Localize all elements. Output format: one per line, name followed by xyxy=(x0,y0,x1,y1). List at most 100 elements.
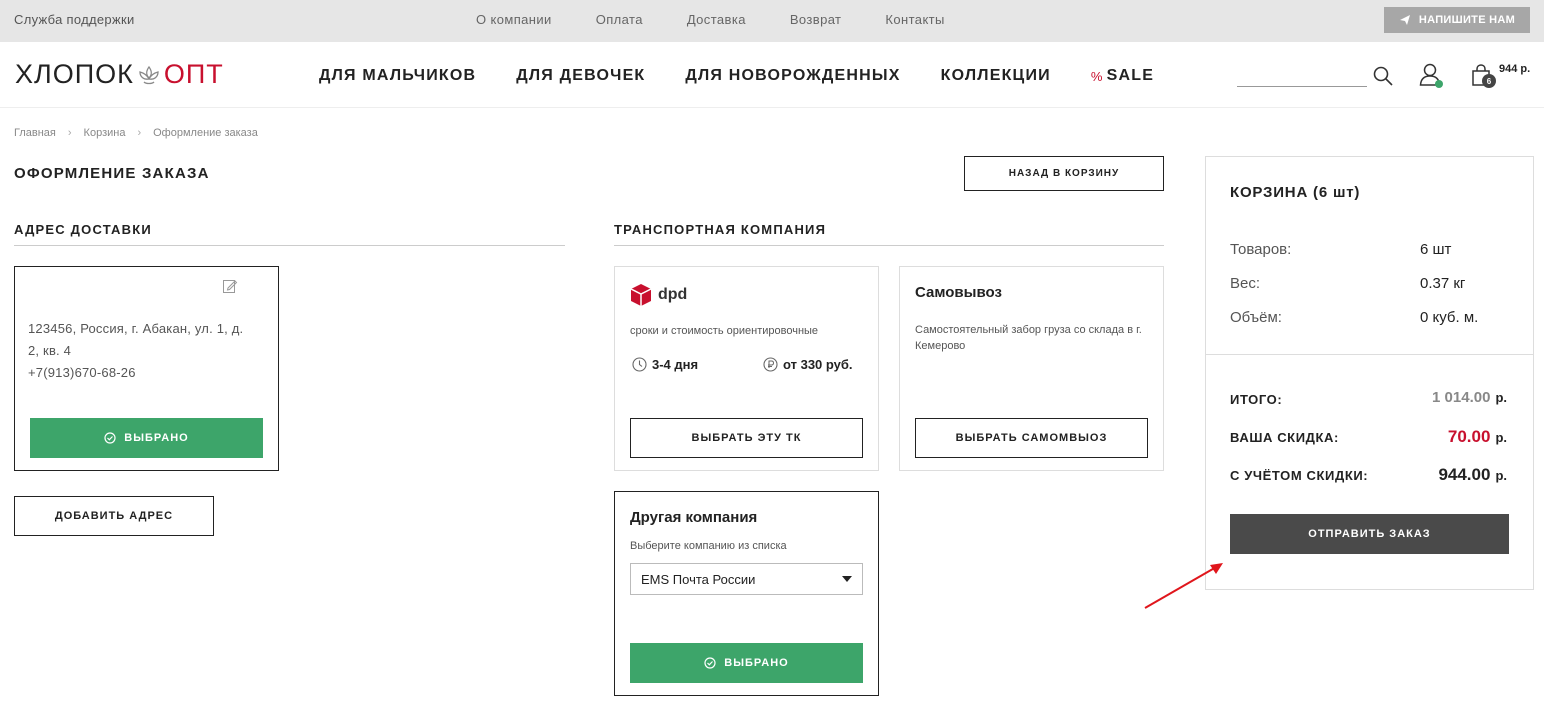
order-summary: КОРЗИНА (6 шт) Товаров: 6 шт Вес: 0.37 к… xyxy=(1205,156,1534,590)
summary-volume-label: Объём: xyxy=(1230,309,1282,326)
dpd-name: dpd xyxy=(658,286,688,303)
other-company-selected-label: ВЫБРАНО xyxy=(724,657,789,669)
transport-company-title: ТРАНСПОРТНАЯ КОМПАНИЯ xyxy=(614,222,827,237)
final-amount: 944.00 р. xyxy=(1438,465,1507,485)
add-address-button[interactable]: ДОБАВИТЬ АДРЕС xyxy=(14,496,214,536)
check-circle-icon xyxy=(104,432,116,444)
summary-volume-value: 0 куб. м. xyxy=(1420,309,1479,326)
section-divider xyxy=(14,245,565,246)
transport-card-dpd[interactable]: dpd сроки и стоимость ориентировочные 3-… xyxy=(614,266,879,471)
choose-pickup-button[interactable]: ВЫБРАТЬ САМОМВЫОЗ xyxy=(915,418,1148,458)
address-card[interactable]: 123456, Россия, г. Абакан, ул. 1, д. 2, … xyxy=(14,266,279,471)
summary-divider xyxy=(1206,354,1533,355)
address-text: 123456, Россия, г. Абакан, ул. 1, д. 2, … xyxy=(28,318,268,384)
edit-icon[interactable] xyxy=(222,278,238,294)
discount-amount: 70.00 р. xyxy=(1448,427,1507,447)
breadcrumb: Главная › Корзина › Оформление заказа xyxy=(14,127,258,139)
red-arrow-annotation xyxy=(1144,563,1223,609)
online-status-dot xyxy=(1435,80,1443,88)
summary-weight-label: Вес: xyxy=(1230,275,1261,292)
total-amount: 1 014.00 р. xyxy=(1432,389,1507,406)
caret-down-icon xyxy=(842,576,852,582)
top-nav-payment[interactable]: Оплата xyxy=(596,12,643,27)
discount-value: 70.00 xyxy=(1447,427,1491,446)
cotton-flower-icon xyxy=(139,65,159,84)
pickup-description: Самостоятельный забор груза со склада в … xyxy=(915,324,1142,352)
nav-collections[interactable]: КОЛЛЕКЦИИ xyxy=(941,67,1051,85)
logo-text-left: ХЛОПОК xyxy=(15,59,134,89)
top-nav-about[interactable]: О компании xyxy=(476,12,552,27)
summary-items-value: 6 шт xyxy=(1420,241,1452,258)
choose-dpd-button[interactable]: ВЫБРАТЬ ЭТУ ТК xyxy=(630,418,863,458)
final-currency: р. xyxy=(1495,468,1507,483)
cart-sum[interactable]: 944 р. xyxy=(1499,63,1530,75)
clock-icon xyxy=(632,357,647,372)
address-line-1: 123456, Россия, г. Абакан, ул. 1, д. xyxy=(28,321,244,336)
page-title: ОФОРМЛЕНИЕ ЗАКАЗА xyxy=(14,165,210,182)
discount-label: ВАША СКИДКА: xyxy=(1230,430,1339,445)
top-bar: Служба поддержки О компании Оплата Доста… xyxy=(0,0,1544,42)
chevron-right-icon: › xyxy=(137,127,142,139)
dpd-price: от 330 руб. xyxy=(783,357,853,372)
site-logo[interactable]: ХЛОПОК ОПТ xyxy=(15,59,224,90)
search-icon[interactable] xyxy=(1373,66,1393,86)
logo-text-right: ОПТ xyxy=(163,59,224,89)
nav-sale-label: SALE xyxy=(1106,67,1155,84)
total-value: 1 014.00 xyxy=(1432,389,1491,406)
breadcrumb-cart[interactable]: Корзина xyxy=(84,127,126,139)
nav-girls[interactable]: ДЛЯ ДЕВОЧЕК xyxy=(516,67,645,85)
other-company-description: Выберите компанию из списка xyxy=(630,540,787,552)
final-value: 944.00 xyxy=(1438,465,1491,484)
write-us-label: НАПИШИТЕ НАМ xyxy=(1418,14,1516,26)
address-selected-label: ВЫБРАНО xyxy=(124,432,189,444)
nav-newborns[interactable]: ДЛЯ НОВОРОЖДЕННЫХ xyxy=(685,67,900,85)
pickup-name: Самовывоз xyxy=(915,284,1002,301)
dpd-delivery-time: 3-4 дня xyxy=(632,357,698,372)
breadcrumb-home[interactable]: Главная xyxy=(14,127,56,139)
summary-items-label: Товаров: xyxy=(1230,241,1292,258)
dpd-delivery-price: от 330 руб. xyxy=(763,357,853,372)
breadcrumb-checkout: Оформление заказа xyxy=(153,127,258,139)
cart-count-badge: 6 xyxy=(1482,74,1496,88)
company-select[interactable]: EMS Почта России xyxy=(630,563,863,595)
top-nav-delivery[interactable]: Доставка xyxy=(687,12,746,27)
send-order-button[interactable]: ОТПРАВИТЬ ЗАКАЗ xyxy=(1230,514,1509,554)
paper-plane-icon xyxy=(1399,15,1410,25)
chevron-right-icon: › xyxy=(67,127,72,139)
sale-percent-icon: % xyxy=(1090,68,1104,84)
address-selected-button[interactable]: ВЫБРАНО xyxy=(30,418,263,458)
final-label: С УЧЁТОМ СКИДКИ: xyxy=(1230,468,1369,483)
nav-boys[interactable]: ДЛЯ МАЛЬЧИКОВ xyxy=(319,67,476,85)
dpd-days: 3-4 дня xyxy=(652,357,699,372)
other-company-name: Другая компания xyxy=(630,509,758,526)
write-us-button[interactable]: НАПИШИТЕ НАМ xyxy=(1384,7,1530,33)
top-nav: О компании Оплата Доставка Возврат Конта… xyxy=(476,12,989,27)
company-select-value: EMS Почта России xyxy=(641,571,756,587)
back-to-cart-button[interactable]: НАЗАД В КОРЗИНУ xyxy=(964,156,1164,191)
total-currency: р. xyxy=(1495,390,1507,405)
search-underline xyxy=(1237,86,1367,87)
delivery-address-title: АДРЕС ДОСТАВКИ xyxy=(14,222,152,237)
address-line-2: 2, кв. 4 xyxy=(28,343,72,358)
dpd-logo: dpd xyxy=(630,283,687,307)
top-nav-contacts[interactable]: Контакты xyxy=(885,12,944,27)
main-header: ХЛОПОК ОПТ ДЛЯ МАЛЬЧИКОВ ДЛЯ ДЕВОЧЕК ДЛЯ… xyxy=(0,42,1544,108)
dpd-cube-icon xyxy=(630,284,652,306)
discount-currency: р. xyxy=(1495,430,1507,445)
summary-title: КОРЗИНА (6 шт) xyxy=(1230,184,1361,201)
check-circle-icon xyxy=(704,657,716,669)
address-phone: +7(913)670-68-26 xyxy=(28,365,136,380)
nav-sale[interactable]: % SALE xyxy=(1091,67,1154,85)
dpd-description: сроки и стоимость ориентировочные xyxy=(630,325,819,337)
section-divider xyxy=(614,245,1164,246)
main-nav: ДЛЯ МАЛЬЧИКОВ ДЛЯ ДЕВОЧЕК ДЛЯ НОВОРОЖДЕН… xyxy=(319,67,1194,85)
support-link[interactable]: Служба поддержки xyxy=(14,12,135,27)
other-company-selected-button[interactable]: ВЫБРАНО xyxy=(630,643,863,683)
transport-card-other[interactable]: Другая компания Выберите компанию из спи… xyxy=(614,491,879,696)
total-label: ИТОГО: xyxy=(1230,392,1283,407)
top-nav-return[interactable]: Возврат xyxy=(790,12,842,27)
ruble-coin-icon xyxy=(763,357,778,372)
summary-weight-value: 0.37 кг xyxy=(1420,275,1466,292)
transport-card-pickup[interactable]: Самовывоз Самостоятельный забор груза со… xyxy=(899,266,1164,471)
search-input[interactable] xyxy=(1237,66,1367,86)
